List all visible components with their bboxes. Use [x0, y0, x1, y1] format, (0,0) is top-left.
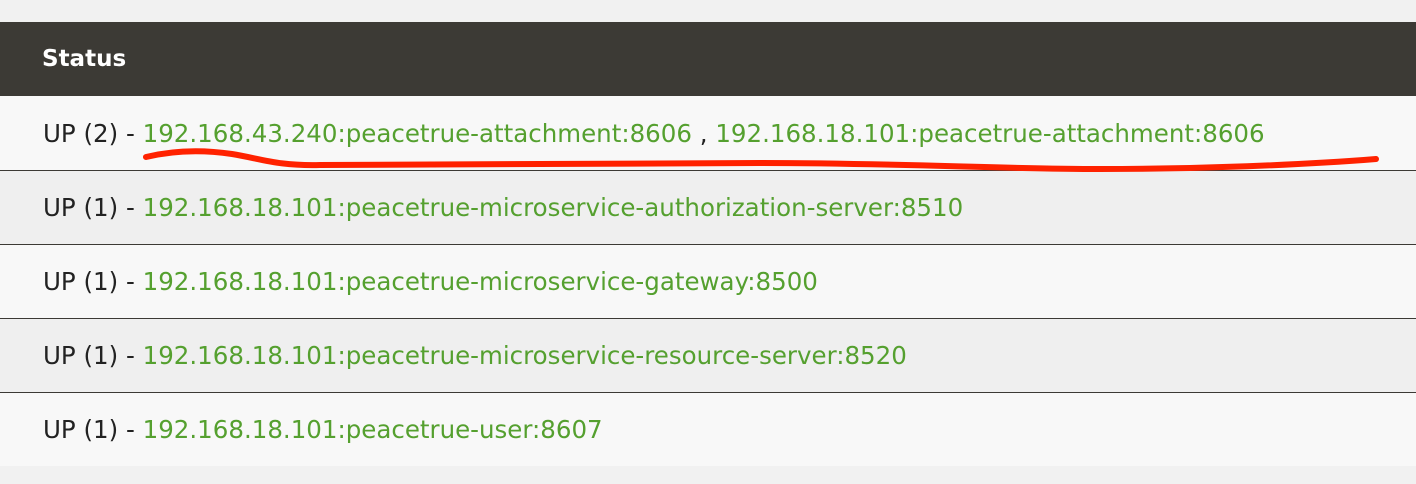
instance-link[interactable]: 192.168.18.101:peacetrue-microservice-re… [143, 341, 907, 370]
instance-link[interactable]: 192.168.18.101:peacetrue-user:8607 [143, 415, 603, 444]
separator: - [118, 267, 143, 296]
table-row: UP (1) - 192.168.18.101:peacetrue-micros… [0, 170, 1416, 244]
table-header: Status [0, 22, 1416, 96]
table-row: UP (1) - 192.168.18.101:peacetrue-micros… [0, 318, 1416, 392]
instance-link[interactable]: 192.168.18.101:peacetrue-microservice-au… [143, 193, 964, 222]
status-label: UP (1) [43, 341, 119, 370]
separator: - [118, 193, 143, 222]
link-separator: , [691, 118, 716, 148]
status-label: UP (2) [43, 118, 119, 148]
instance-link[interactable]: 192.168.43.240:peacetrue-attachment:8606 [143, 119, 692, 148]
status-table: Status UP (2) - 192.168.43.240:peacetrue… [0, 22, 1416, 466]
instance-link[interactable]: 192.168.18.101:peacetrue-microservice-ga… [143, 267, 818, 296]
status-column-header: Status [42, 46, 127, 72]
separator: - [118, 415, 143, 444]
table-row: UP (1) - 192.168.18.101:peacetrue-micros… [0, 244, 1416, 318]
table-row: UP (2) - 192.168.43.240:peacetrue-attach… [0, 96, 1416, 170]
status-label: UP (1) [43, 415, 119, 444]
status-label: UP (1) [43, 267, 119, 296]
separator: - [118, 341, 143, 370]
status-label: UP (1) [43, 193, 119, 222]
table-row: UP (1) - 192.168.18.101:peacetrue-user:8… [0, 392, 1416, 466]
instance-link[interactable]: 192.168.18.101:peacetrue-attachment:8606 [715, 119, 1264, 148]
separator: - [118, 118, 143, 148]
